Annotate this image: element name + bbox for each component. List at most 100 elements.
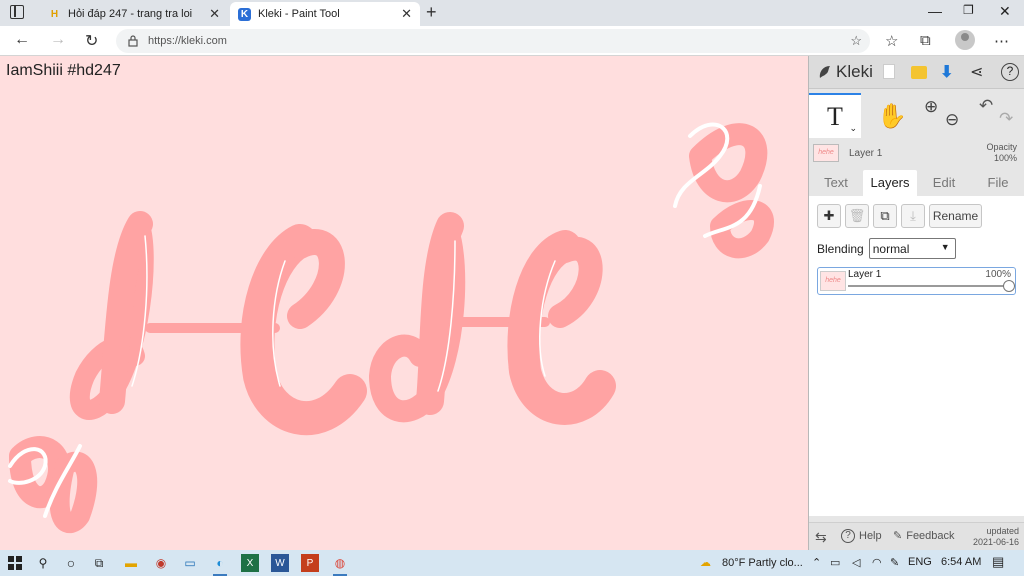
open-folder-icon[interactable]: [911, 66, 927, 79]
layers-tab-content: ✚ 🗑 ⧉ ⤓ Rename Blending normal ▼ hehe La…: [809, 196, 1024, 516]
notifications-icon[interactable]: ▤: [992, 554, 1004, 570]
swap-side-icon[interactable]: ⇆: [815, 529, 827, 546]
chrome-icon[interactable]: ◍: [331, 554, 349, 576]
powerpoint-icon[interactable]: P: [301, 554, 319, 572]
layer-list-item[interactable]: hehe Layer 1 100%: [817, 267, 1016, 295]
opacity-readout: Opacity 100%: [986, 142, 1017, 164]
text-tool-glyph: T: [827, 101, 843, 131]
favorites-icon[interactable]: ☆: [885, 32, 898, 50]
delete-layer-button[interactable]: 🗑: [845, 204, 869, 228]
volume-icon[interactable]: ◁: [852, 556, 860, 569]
word-icon[interactable]: W: [271, 554, 289, 572]
pen-icon: ✎: [893, 530, 903, 542]
hand-tool-icon[interactable]: ✋: [877, 102, 907, 131]
kleki-logo[interactable]: Kleki: [817, 62, 873, 82]
forward-icon[interactable]: →: [50, 31, 66, 49]
app-red-icon[interactable]: ◉: [152, 554, 170, 572]
profile-avatar[interactable]: [955, 30, 975, 50]
weather-icon[interactable]: ☁: [700, 556, 711, 569]
browser-tab-kleki[interactable]: K Kleki - Paint Tool ✕: [230, 2, 420, 26]
current-layer-status: hehe Layer 1 Opacity 100%: [809, 142, 1024, 166]
zoom-out-icon[interactable]: ⊖: [945, 110, 959, 130]
lock-icon: [128, 35, 138, 47]
language-indicator[interactable]: ENG: [908, 556, 932, 568]
weather-text[interactable]: 80°F Partly clo...: [722, 557, 803, 569]
desktop-app-icon[interactable]: ▭: [181, 554, 199, 572]
download-icon[interactable]: ⬇: [940, 62, 953, 82]
rename-layer-button[interactable]: Rename: [929, 204, 982, 228]
tab-title: Hỏi đáp 247 - trang tra loi: [68, 8, 193, 20]
url-field[interactable]: https://kleki.com ☆: [116, 29, 870, 53]
chevron-down-icon[interactable]: ⌄: [849, 123, 857, 134]
share-icon[interactable]: ⋖: [970, 62, 983, 82]
logo-text: Kleki: [836, 62, 873, 81]
help-link[interactable]: ? Help: [841, 529, 882, 543]
help-icon[interactable]: ?: [1001, 63, 1019, 81]
blending-row: Blending normal ▼: [817, 238, 956, 259]
new-tab-button[interactable]: +: [426, 2, 437, 23]
kleki-favicon-icon: K: [238, 7, 251, 21]
duplicate-layer-button[interactable]: ⧉: [873, 204, 897, 228]
updated-label: updated: [986, 526, 1019, 536]
wifi-icon[interactable]: ◠: [872, 556, 882, 569]
cortana-icon[interactable]: ○: [62, 554, 80, 572]
feedback-link[interactable]: ✎ Feedback: [893, 529, 955, 543]
tab-file[interactable]: File: [971, 170, 1024, 196]
add-layer-button[interactable]: ✚: [817, 204, 841, 228]
undo-icon[interactable]: ↶: [979, 96, 993, 116]
close-window-icon[interactable]: ✕: [999, 3, 1011, 20]
search-icon[interactable]: ⚲: [34, 554, 52, 572]
edge-browser-icon[interactable]: ◐: [211, 554, 229, 576]
slider-handle[interactable]: [1003, 280, 1015, 292]
task-view-icon[interactable]: ⧉: [90, 554, 108, 572]
opacity-label: Opacity: [986, 142, 1017, 152]
address-bar-row: ← → ↻ https://kleki.com ☆ ☆ ⧉ ⋯: [0, 26, 1024, 56]
file-explorer-icon[interactable]: ▬: [122, 554, 140, 572]
tab-edit[interactable]: Edit: [917, 170, 971, 196]
layer-opacity-slider[interactable]: [848, 280, 1015, 292]
tab-actions-icon[interactable]: [10, 5, 24, 19]
hoidap-favicon-icon: H: [50, 8, 59, 20]
panel-tabs: Text Layers Edit File: [809, 170, 1024, 196]
redo-icon[interactable]: ↷: [999, 109, 1013, 129]
layer-thumbnail: hehe: [813, 144, 839, 162]
feedback-label: Feedback: [906, 529, 955, 542]
new-image-icon[interactable]: [883, 64, 895, 79]
text-tool-button[interactable]: T ⌄: [809, 93, 861, 138]
browser-tab-bar: H Hỏi đáp 247 - trang tra loi ✕ K Kleki …: [0, 0, 1024, 26]
drawing-canvas[interactable]: IamShiii #hd247: [0, 56, 808, 550]
close-tab-icon[interactable]: ✕: [401, 6, 412, 22]
blending-value: normal: [872, 241, 910, 256]
blending-label: Blending: [817, 241, 864, 256]
opacity-value: 100%: [993, 153, 1017, 163]
more-icon[interactable]: ⋯: [994, 32, 1009, 50]
chevron-up-icon[interactable]: ⌃: [812, 556, 821, 569]
browser-tab-hoidap[interactable]: H Hỏi đáp 247 - trang tra loi ✕: [40, 2, 228, 26]
clock-time[interactable]: 6:54 AM: [941, 556, 981, 568]
tab-title: Kleki - Paint Tool: [258, 8, 340, 20]
layer-opacity: 100%: [985, 269, 1011, 280]
reload-icon[interactable]: ↻: [85, 31, 98, 51]
zoom-in-icon[interactable]: ⊕: [924, 97, 938, 117]
back-icon[interactable]: ←: [14, 31, 30, 49]
canvas-watermark-text: IamShiii #hd247: [6, 62, 121, 79]
collections-icon[interactable]: ⧉: [920, 32, 931, 49]
layer-button-row: ✚ 🗑 ⧉ ⤓ Rename: [817, 204, 982, 230]
kleki-logo-icon: [819, 66, 830, 78]
excel-icon[interactable]: X: [241, 554, 259, 572]
tab-layers[interactable]: Layers: [863, 170, 917, 196]
add-favorite-icon[interactable]: ☆: [850, 33, 862, 49]
restore-icon[interactable]: ❐: [963, 3, 974, 17]
panel-header: Kleki ⬇ ⋖ ?: [809, 56, 1024, 89]
battery-icon[interactable]: ▭: [830, 556, 840, 569]
windows-start-icon[interactable]: [6, 554, 24, 572]
blending-select[interactable]: normal ▼: [868, 238, 956, 259]
minimize-icon[interactable]: —: [928, 3, 942, 19]
tab-text[interactable]: Text: [809, 170, 863, 196]
update-info[interactable]: updated 2021-06-16: [973, 526, 1019, 548]
updated-date: 2021-06-16: [972, 537, 1019, 547]
close-tab-icon[interactable]: ✕: [209, 6, 220, 22]
merge-down-button[interactable]: ⤓: [901, 204, 925, 228]
pen-workspace-icon[interactable]: ✎: [890, 556, 899, 569]
current-layer-name: Layer 1: [849, 148, 883, 159]
